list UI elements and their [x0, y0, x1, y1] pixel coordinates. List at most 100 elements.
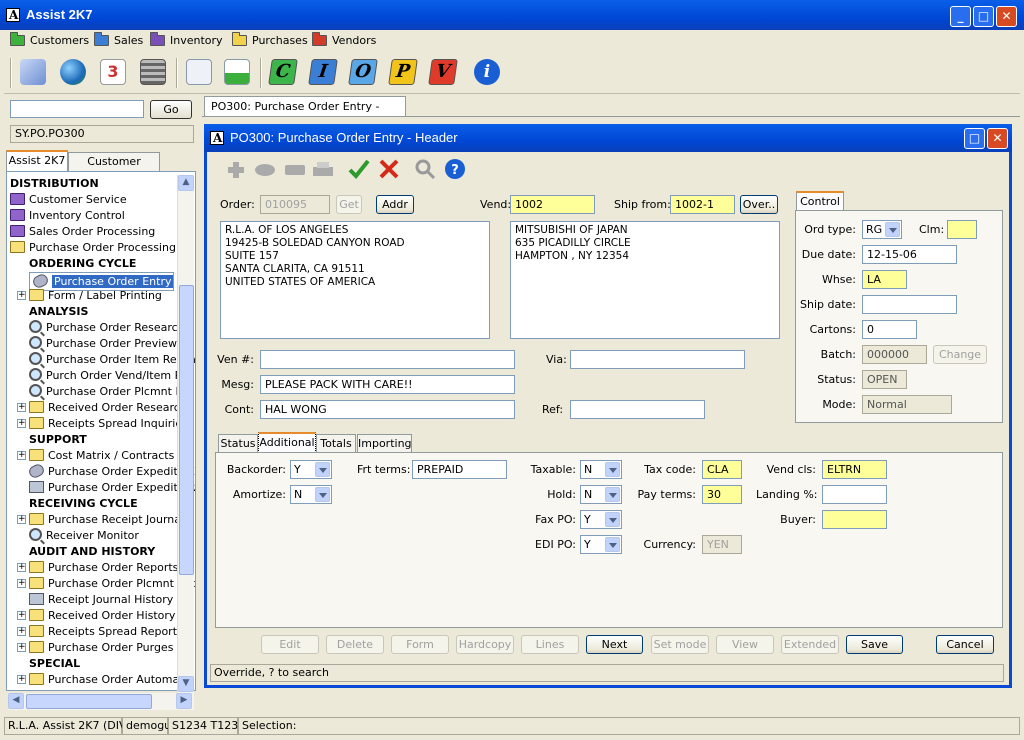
mesg-field[interactable]: PLEASE PACK WITH CARE!!: [260, 375, 515, 394]
taxable-select[interactable]: N: [580, 460, 622, 479]
payterms-field[interactable]: 30: [702, 485, 742, 504]
shipfrom-field[interactable]: 1002-1: [670, 195, 735, 214]
expand-icon[interactable]: +: [17, 563, 26, 572]
ven-no-field[interactable]: [260, 350, 515, 369]
calculator-button[interactable]: [138, 57, 168, 89]
expand-icon[interactable]: +: [17, 515, 26, 524]
tree-item[interactable]: ANALYSIS: [29, 304, 88, 320]
calendar-button[interactable]: 3: [98, 57, 128, 89]
tree-item[interactable]: AUDIT AND HISTORY: [29, 544, 155, 560]
tab-totals[interactable]: Totals: [316, 434, 356, 453]
tree-item[interactable]: + Form / Label Printing: [17, 288, 162, 304]
tree-item[interactable]: + Receipts Spread Reports: [17, 624, 183, 640]
tree-item[interactable]: Inventory Control: [10, 208, 125, 224]
expand-icon[interactable]: +: [17, 643, 26, 652]
purchases-p-button[interactable]: P: [388, 57, 418, 89]
scroll-thumb[interactable]: [26, 694, 152, 709]
expand-icon[interactable]: +: [17, 579, 26, 588]
menu-purchases[interactable]: Purchases: [232, 32, 308, 49]
tree-item[interactable]: Purch Order Vend/Item Res: [29, 368, 194, 384]
po-maximize-button[interactable]: □: [964, 128, 985, 149]
ref-field[interactable]: [570, 400, 705, 419]
tree-item[interactable]: RECEIVING CYCLE: [29, 496, 138, 512]
tree-item[interactable]: Purchase Order Processing: [10, 240, 176, 256]
menu-inventory[interactable]: Inventory: [150, 32, 223, 49]
tab-assist-2k7[interactable]: Assist 2K7: [6, 150, 68, 171]
contacts-button[interactable]: [184, 57, 214, 89]
close-button[interactable]: ✕: [996, 6, 1017, 27]
tree-item[interactable]: + Purchase Order Plcmnt Rep: [17, 576, 195, 592]
scroll-thumb[interactable]: [179, 285, 194, 575]
addr-button[interactable]: Addr: [376, 195, 414, 214]
tree-item[interactable]: + Purchase Receipt Journal: [17, 512, 184, 528]
amortize-select[interactable]: N: [290, 485, 332, 504]
disk-icon[interactable]: [284, 160, 306, 180]
menu-sales[interactable]: Sales: [94, 32, 143, 49]
vendors-v-button[interactable]: V: [428, 57, 458, 89]
globe-button[interactable]: [58, 57, 88, 89]
customers-c-button[interactable]: C: [268, 57, 298, 89]
tree-item[interactable]: + Purchase Order Purges: [17, 640, 173, 656]
shipdate-field[interactable]: [862, 295, 957, 314]
vendor-address-box[interactable]: MITSUBISHI OF JAPAN 635 PICADILLY CIRCLE…: [510, 221, 780, 339]
menu-customers[interactable]: Customers: [10, 32, 89, 49]
tab-po300[interactable]: PO300: Purchase Order Entry - Header: [204, 96, 406, 132]
expand-icon[interactable]: +: [17, 627, 26, 636]
bill-address-box[interactable]: R.L.A. OF LOS ANGELES 19425-B SOLEDAD CA…: [220, 221, 490, 339]
frtterms-field[interactable]: PREPAID: [412, 460, 507, 479]
tree-item[interactable]: Purchase Order Expedite E: [27, 462, 195, 480]
view-button[interactable]: View: [716, 635, 774, 654]
cancel-x-icon[interactable]: [378, 158, 400, 180]
expand-icon[interactable]: +: [17, 419, 26, 428]
menu-vendors[interactable]: Vendors: [312, 32, 376, 49]
duedate-field[interactable]: 12-15-06: [862, 245, 957, 264]
mail-button[interactable]: [18, 57, 48, 89]
tab-customer-service[interactable]: Customer Service: [68, 152, 160, 186]
report-button[interactable]: [222, 57, 252, 89]
edit-button[interactable]: Edit: [261, 635, 319, 654]
via-field[interactable]: [570, 350, 745, 369]
tree-item[interactable]: Purchase Order Research: [29, 320, 185, 336]
tree-item[interactable]: Customer Service: [10, 192, 127, 208]
delete-button[interactable]: Delete: [326, 635, 384, 654]
expand-icon[interactable]: +: [17, 403, 26, 412]
search-input[interactable]: [10, 100, 144, 118]
go-button[interactable]: Go: [150, 100, 192, 119]
po-close-button[interactable]: ✕: [987, 128, 1008, 149]
vend-field[interactable]: 1002: [510, 195, 595, 214]
tree-vertical-scrollbar[interactable]: ▲ ▼: [177, 175, 194, 693]
tree-item[interactable]: ORDERING CYCLE: [29, 256, 136, 272]
change-button[interactable]: Change: [933, 345, 987, 364]
vendcls-field[interactable]: ELTRN: [822, 460, 887, 479]
tree-item[interactable]: + Received Order History Re: [17, 608, 193, 624]
search-icon[interactable]: [414, 158, 436, 180]
pill-icon[interactable]: [254, 160, 276, 180]
edipo-select[interactable]: Y: [580, 535, 622, 554]
tab-status[interactable]: Status: [218, 434, 258, 453]
extended-button[interactable]: Extended: [781, 635, 839, 654]
tree-item[interactable]: Purchase Order Item Resea: [29, 352, 195, 368]
cartons-field[interactable]: 0: [862, 320, 917, 339]
tree-item[interactable]: + Received Order Researche: [17, 400, 194, 416]
tab-importing[interactable]: Importing: [357, 434, 412, 453]
hold-select[interactable]: N: [580, 485, 622, 504]
landing-field[interactable]: [822, 485, 887, 504]
faxpo-select[interactable]: Y: [580, 510, 622, 529]
minimize-button[interactable]: _: [950, 6, 971, 27]
info-button[interactable]: i: [472, 57, 502, 89]
printer-icon[interactable]: [312, 160, 334, 180]
cont-field[interactable]: HAL WONG: [260, 400, 515, 419]
tree-horizontal-scrollbar[interactable]: ◀ ▶: [8, 693, 194, 710]
tree-item[interactable]: Purchase Order Preview: [29, 336, 177, 352]
next-button[interactable]: Next: [586, 635, 643, 654]
form-button[interactable]: Form: [391, 635, 449, 654]
tree-item[interactable]: Purchase Order Expedite R: [29, 480, 195, 496]
backorder-select[interactable]: Y: [290, 460, 332, 479]
scroll-right-icon[interactable]: ▶: [176, 693, 192, 709]
override-button[interactable]: Over..: [740, 195, 778, 214]
expand-icon[interactable]: +: [17, 451, 26, 460]
cancel-button[interactable]: Cancel: [936, 635, 994, 654]
tree-item[interactable]: + Cost Matrix / Contracts: [17, 448, 174, 464]
setmode-button[interactable]: Set mode: [651, 635, 709, 654]
buyer-field[interactable]: [822, 510, 887, 529]
